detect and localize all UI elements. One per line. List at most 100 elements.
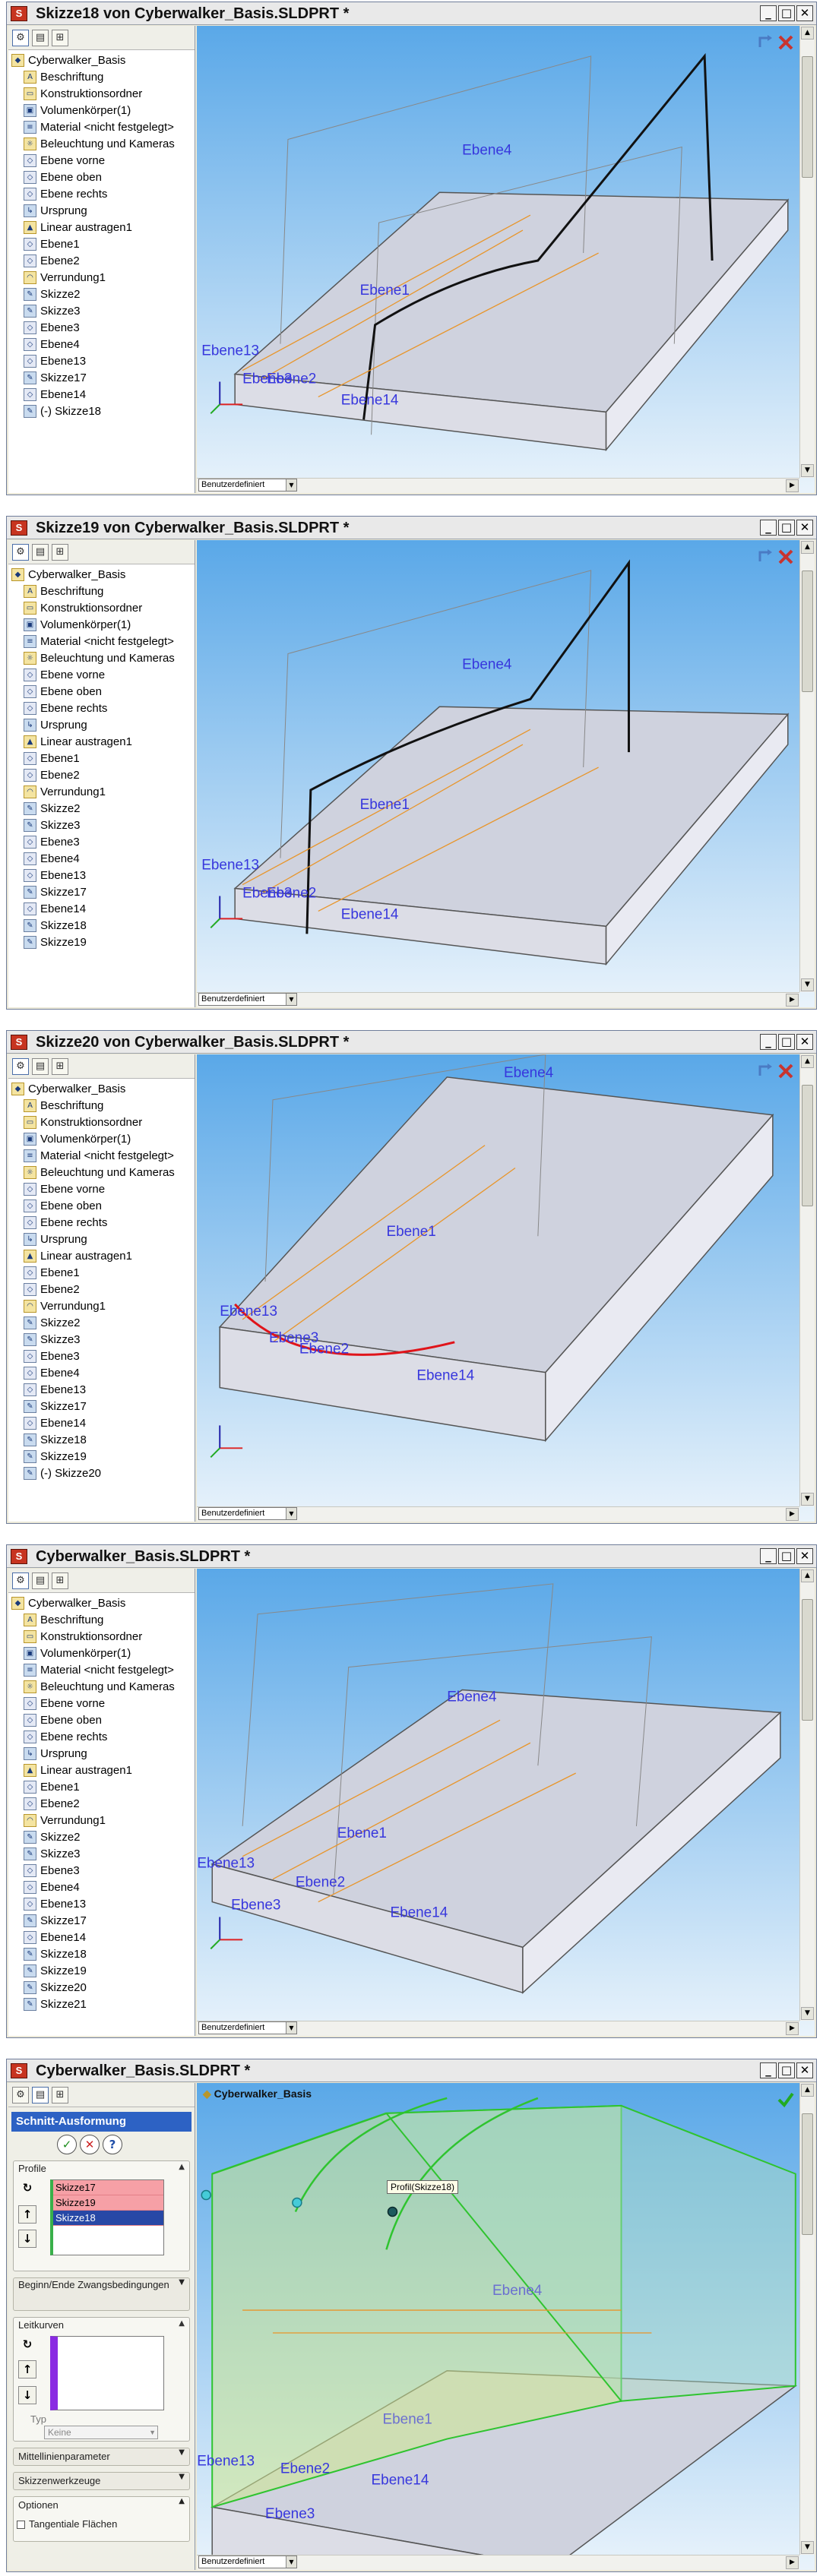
maximize-button[interactable]: □ (778, 1034, 795, 1050)
tree-item[interactable]: ◠ Verrundung1 (24, 783, 106, 800)
connector-handle-icon[interactable] (292, 2197, 302, 2208)
tree-item[interactable]: ✎ Skizze18 (24, 1431, 87, 1448)
config-tab-icon[interactable]: ⊞ (52, 2087, 68, 2103)
tree-item[interactable]: ◇ Ebene rechts (24, 700, 107, 716)
tree-item[interactable]: ✎ Skizze20 (24, 1979, 87, 1996)
tree-item[interactable]: ✎ Skizze2 (24, 800, 81, 817)
tree-item[interactable]: ✎ Skizze17 (24, 369, 87, 386)
tree-item[interactable]: ≡ Material <nicht festgelegt> (24, 119, 174, 135)
scroll-thumb[interactable] (802, 571, 813, 692)
minimize-button[interactable]: _ (760, 1034, 777, 1050)
tree-item[interactable]: ◇ Ebene oben (24, 1197, 102, 1214)
tree-item[interactable]: ↳ Ursprung (24, 202, 87, 219)
list-item[interactable]: Skizze19 (53, 2195, 163, 2211)
scroll-up-icon[interactable]: ▲ (801, 1569, 814, 1582)
feature-tree-tab-icon[interactable]: ⚙ (12, 1572, 29, 1589)
feature-tree-tab-icon[interactable]: ⚙ (12, 30, 29, 46)
tree-item[interactable]: ▣ Volumenkörper(1) (24, 102, 131, 119)
tree-item[interactable]: ◇ Ebene14 (24, 386, 86, 403)
tree-item[interactable]: ◇ Ebene3 (24, 1348, 80, 1364)
guide-select-icon[interactable]: ↻ (18, 2336, 36, 2354)
tree-item[interactable]: ☼ Beleuchtung und Kameras (24, 650, 175, 666)
tree-item[interactable]: ◇ Ebene4 (24, 1879, 80, 1895)
tree-item[interactable]: ▭ Konstruktionsordner (24, 599, 142, 616)
horizontal-scrollbar[interactable]: Benutzerdefiniert ▼ ▶ (197, 992, 799, 1007)
tree-item[interactable]: ✎ Skizze3 (24, 302, 81, 319)
tree-item[interactable]: ◇ Ebene1 (24, 750, 80, 766)
scroll-thumb[interactable] (802, 1599, 813, 1721)
tree-item[interactable]: ◇ Ebene2 (24, 1281, 80, 1297)
scroll-up-icon[interactable]: ▲ (801, 27, 814, 40)
vertical-scrollbar[interactable]: ▲ ▼ (799, 1569, 815, 2021)
options-group[interactable]: Optionen ▲ Tangentiale Flächen (13, 2496, 190, 2542)
profiles-list[interactable]: Skizze17 Skizze19 Skizze18 (50, 2179, 164, 2255)
tree-item[interactable]: ✎ Skizze2 (24, 1828, 81, 1845)
scroll-down-icon[interactable]: ▼ (801, 2541, 814, 2554)
tree-item[interactable]: ◇ Ebene1 (24, 1778, 80, 1795)
maximize-button[interactable]: □ (778, 1548, 795, 1564)
tree-item[interactable]: ◇ Ebene rechts (24, 1214, 107, 1231)
tree-item[interactable]: ◠ Verrundung1 (24, 269, 106, 286)
config-tab-icon[interactable]: ⊞ (52, 1572, 68, 1589)
tree-item[interactable]: ◇ Ebene rechts (24, 185, 107, 202)
sketch-tools-group[interactable]: Skizzenwerkzeuge ▼ (13, 2472, 190, 2490)
tree-item[interactable]: ≡ Material <nicht festgelegt> (24, 633, 174, 650)
scroll-down-icon[interactable]: ▼ (801, 978, 814, 991)
move-up-button[interactable]: ↑ (18, 2205, 36, 2224)
property-tab-icon[interactable]: ▤ (32, 544, 49, 561)
tree-item[interactable]: ≡ Material <nicht festgelegt> (24, 1147, 174, 1164)
graphics-area[interactable]: ◆ Cyberwalker_Basis Ebene4 Ebene1 Ebene1… (197, 2083, 815, 2570)
exit-sketch-icon[interactable] (775, 32, 796, 53)
configuration-dropdown[interactable]: Benutzerdefiniert ▼ (198, 2021, 297, 2034)
cancel-button[interactable]: ✕ (80, 2135, 100, 2154)
tree-item[interactable]: ▲ Linear austragen1 (24, 1762, 132, 1778)
scroll-up-icon[interactable]: ▲ (801, 2084, 814, 2097)
tree-item[interactable]: ◇ Ebene oben (24, 1712, 102, 1728)
move-down-button[interactable]: ↓ (18, 2230, 36, 2248)
scroll-right-icon[interactable]: ▶ (786, 1508, 799, 1521)
tree-item[interactable]: ◇ Ebene3 (24, 319, 80, 336)
tree-item[interactable]: ◇ Ebene2 (24, 1795, 80, 1812)
tree-item[interactable]: ◇ Ebene2 (24, 252, 80, 269)
close-button[interactable]: ✕ (796, 1548, 813, 1564)
tree-item[interactable]: ◇ Ebene13 (24, 1381, 86, 1398)
property-tab-icon[interactable]: ▤ (32, 1572, 49, 1589)
scroll-down-icon[interactable]: ▼ (801, 2007, 814, 2020)
tree-item[interactable]: ✎ Skizze2 (24, 1314, 81, 1331)
minimize-button[interactable]: _ (760, 2062, 777, 2078)
scroll-right-icon[interactable]: ▶ (786, 2022, 799, 2035)
type-select[interactable]: Keine ▼ (44, 2426, 158, 2439)
tree-item[interactable]: ◇ Ebene4 (24, 336, 80, 352)
guides-list[interactable] (50, 2336, 164, 2410)
tree-item[interactable]: ▲ Linear austragen1 (24, 1247, 132, 1264)
minimize-button[interactable]: _ (760, 5, 777, 21)
graphics-area[interactable]: Ebene4 Ebene1 Ebene13 Ebene3 Ebene2 Eben… (197, 26, 815, 493)
tree-item[interactable]: ◇ Ebene13 (24, 867, 86, 883)
scroll-thumb[interactable] (802, 1085, 813, 1206)
configuration-dropdown[interactable]: Benutzerdefiniert ▼ (198, 2555, 297, 2568)
constraints-group[interactable]: Beginn/Ende Zwangsbedingungen ▼ (13, 2277, 190, 2311)
graphics-area[interactable]: Ebene4 Ebene1 Ebene13 Ebene3 Ebene2 Eben… (197, 1054, 815, 1522)
tree-item[interactable]: ◇ Ebene oben (24, 683, 102, 700)
scroll-thumb[interactable] (802, 2113, 813, 2235)
close-button[interactable]: ✕ (796, 520, 813, 536)
tree-item[interactable]: ◇ Ebene vorne (24, 666, 105, 683)
tree-item[interactable]: ◇ Ebene14 (24, 900, 86, 917)
vertical-scrollbar[interactable]: ▲ ▼ (799, 26, 815, 478)
list-item[interactable]: Skizze17 (53, 2180, 163, 2195)
tree-item[interactable]: ◇ Ebene2 (24, 766, 80, 783)
tree-item[interactable]: ◠ Verrundung1 (24, 1297, 106, 1314)
tree-item[interactable]: ☼ Beleuchtung und Kameras (24, 135, 175, 152)
centerline-group[interactable]: Mittellinienparameter ▼ (13, 2448, 190, 2466)
scroll-right-icon[interactable]: ▶ (786, 994, 799, 1007)
tree-item[interactable]: ◇ Ebene3 (24, 833, 80, 850)
tree-item[interactable]: ◇ Ebene rechts (24, 1728, 107, 1745)
list-item[interactable]: Skizze18 (53, 2211, 163, 2226)
tree-item[interactable]: ✎ Skizze3 (24, 1331, 81, 1348)
minimize-button[interactable]: _ (760, 520, 777, 536)
scroll-up-icon[interactable]: ▲ (801, 1055, 814, 1068)
connector-handle-icon[interactable] (201, 2189, 211, 2201)
tree-item[interactable]: ✎ (-) Skizze18 (24, 403, 101, 419)
close-button[interactable]: ✕ (796, 2062, 813, 2078)
feature-tree-tab-icon[interactable]: ⚙ (12, 544, 29, 561)
